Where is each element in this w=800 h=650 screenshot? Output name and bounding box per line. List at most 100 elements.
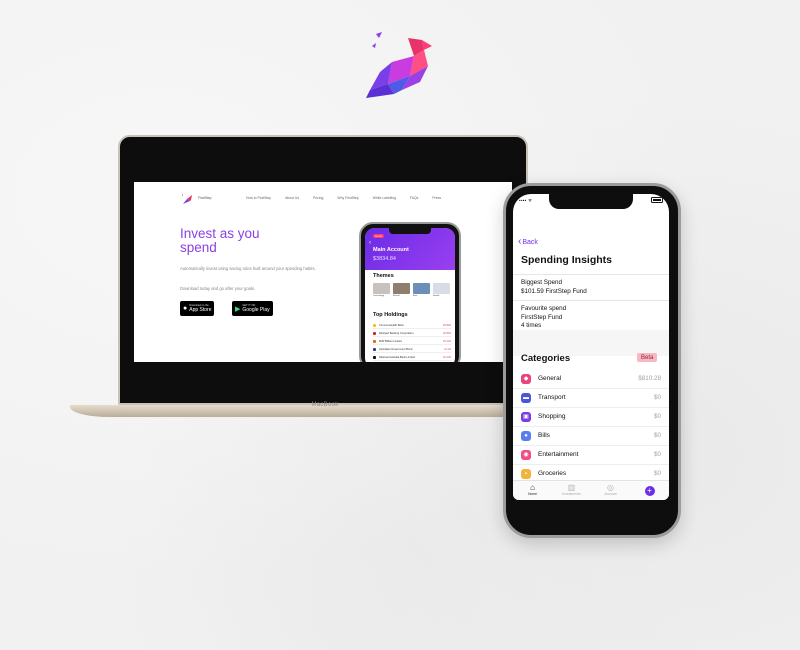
- tab-label: Account: [604, 492, 617, 496]
- chevron-left-icon: ‹: [518, 236, 522, 247]
- mini-back-chevron-icon[interactable]: ‹: [369, 240, 371, 246]
- holding-logo-icon: [373, 339, 376, 343]
- google-play-label: Google Play: [242, 307, 270, 313]
- mini-holding-row[interactable]: Australian Government Bond 12.1%: [373, 346, 451, 353]
- category-row-transport[interactable]: ▬ Transport $0: [513, 389, 669, 408]
- nav-link-how-to[interactable]: How to FirstStep: [246, 196, 271, 200]
- holding-name: Australian Government Bond: [379, 347, 413, 351]
- insight-value: $101.59 FirstStep Fund: [521, 287, 587, 295]
- tab-home[interactable]: ⌂ Home: [513, 481, 552, 500]
- mini-themes-title: Themes: [373, 273, 394, 279]
- google-play-icon: ▶: [235, 305, 241, 313]
- lightbulb-icon: ●: [521, 430, 531, 441]
- account-icon: ◎: [607, 483, 614, 492]
- site-brand-name[interactable]: FirstStep: [198, 196, 212, 200]
- category-amount: $0: [653, 394, 661, 402]
- category-row-bills[interactable]: ● Bills $0: [513, 427, 669, 446]
- holding-logo-icon: [373, 331, 376, 335]
- category-amount: $0: [653, 432, 661, 440]
- mini-holding-row[interactable]: Commonwealth Bank 25.09%: [373, 322, 451, 329]
- battery-icon: [651, 197, 663, 203]
- nav-link-faqs[interactable]: FAQs: [410, 196, 418, 200]
- mini-theme-label: Ethical: [393, 295, 400, 297]
- holding-name: Westpac Banking Corporation: [379, 331, 414, 335]
- category-amount: $810.28: [638, 375, 661, 383]
- app-store-button[interactable]: ● Download on the App Store: [180, 301, 215, 316]
- site-logo-icon[interactable]: [181, 193, 195, 205]
- mini-holdings-title: Top Holdings: [373, 312, 408, 318]
- investments-icon: ▥: [567, 483, 576, 492]
- mini-theme-card[interactable]: Health: [433, 283, 450, 297]
- tab-bar: ⌂ Home ▥ Investments ◎ Account +: [513, 480, 669, 500]
- nav-link-white-labelling[interactable]: White Labelling: [373, 196, 396, 200]
- nav-link-why[interactable]: Why FirstStep: [337, 196, 358, 200]
- divider: [513, 300, 669, 301]
- tab-label: Home: [527, 492, 538, 496]
- app-store-label: App Store: [189, 307, 212, 313]
- laptop-screen: FirstStep How to FirstStep About Us Pric…: [134, 182, 512, 362]
- status-time: 12:11 pm: [581, 198, 602, 204]
- mini-holding-row[interactable]: BHP Billiton Limited 15.11%: [373, 338, 451, 345]
- categories-title: Categories: [521, 353, 571, 364]
- mini-phone-notch: [389, 228, 431, 234]
- entertainment-icon: ◉: [521, 449, 531, 460]
- tab-add[interactable]: +: [630, 481, 669, 500]
- nav-link-about[interactable]: About Us: [285, 196, 299, 200]
- mini-theme-image: [393, 283, 410, 294]
- mini-theme-label: Health: [433, 295, 440, 297]
- tag-icon: ◆: [521, 373, 531, 384]
- category-row-general[interactable]: ◆ General $810.28: [513, 370, 669, 389]
- mini-theme-card[interactable]: Ethical: [393, 283, 410, 297]
- page-title: Spending Insights: [521, 254, 612, 266]
- mini-theme-card[interactable]: Asia: [413, 283, 430, 297]
- tab-investments[interactable]: ▥ Investments: [552, 481, 591, 500]
- mini-phone-screen: Invest ‹ Main Account $3834.84 Themes Te…: [365, 228, 455, 362]
- status-right: [651, 197, 663, 203]
- mini-account-balance: $3834.84: [373, 256, 396, 262]
- mini-theme-image: [373, 283, 390, 294]
- site-nav-links: How to FirstStep About Us Pricing Why Fi…: [246, 196, 455, 200]
- category-name: Entertainment: [538, 451, 579, 459]
- mini-theme-image: [413, 283, 430, 294]
- plus-icon: +: [644, 486, 655, 496]
- insight-favourite-spend: Favourite spend FirstStep Fund 4 times: [521, 305, 566, 331]
- category-row-shopping[interactable]: ▣ Shopping $0: [513, 408, 669, 427]
- signal-wifi-icon: •••• ᯤ: [519, 198, 533, 203]
- nav-link-press[interactable]: Press: [432, 196, 441, 200]
- holding-logo-icon: [373, 355, 376, 359]
- mini-holding-row[interactable]: National Australia Bank Limited 10.11%: [373, 354, 451, 361]
- back-label: Back: [522, 238, 538, 246]
- phone-screen: •••• ᯤ 12:11 pm ‹ Back Spending Insights…: [513, 194, 669, 500]
- insight-biggest-spend: Biggest Spend $101.59 FirstStep Fund: [521, 279, 587, 296]
- tab-label: Investments: [562, 492, 581, 496]
- google-play-button[interactable]: ▶ GET IT ON Google Play: [232, 301, 273, 316]
- bird-logo-icon: [366, 32, 432, 98]
- holding-name: BHP Billiton Limited: [379, 339, 402, 343]
- category-amount: $0: [653, 470, 661, 478]
- holding-percent: 10.11%: [443, 355, 451, 359]
- mini-phone-mockup: Invest ‹ Main Account $3834.84 Themes Te…: [359, 222, 461, 362]
- mini-account-title: Main Account: [373, 247, 409, 253]
- category-name: Shopping: [538, 413, 566, 421]
- laptop-brand-label: MacBook: [311, 402, 339, 408]
- category-amount: $0: [653, 413, 661, 421]
- mini-invest-badge: Invest: [373, 234, 384, 238]
- holding-percent: 12.1%: [444, 347, 451, 351]
- shopping-bag-icon: ▣: [521, 411, 531, 422]
- insight-label: Favourite spend: [521, 305, 567, 312]
- nav-link-pricing[interactable]: Pricing: [313, 196, 323, 200]
- back-button[interactable]: ‹ Back: [518, 236, 538, 247]
- category-amount: $0: [653, 451, 661, 459]
- category-name: General: [538, 375, 562, 383]
- mini-theme-card[interactable]: Technology: [373, 283, 390, 297]
- groceries-icon: ▪: [521, 468, 531, 479]
- mini-holding-row[interactable]: Westpac Banking Corporation 18.25%: [373, 330, 451, 337]
- insight-value: FirstStep Fund: [521, 313, 563, 321]
- hero-subtitle: Automatically invest using saving rules …: [180, 266, 316, 271]
- home-icon: ⌂: [530, 483, 535, 492]
- hero-cta-text: Download today and go after your goals.: [180, 286, 256, 291]
- holding-logo-icon: [373, 347, 376, 351]
- category-row-entertainment[interactable]: ◉ Entertainment $0: [513, 446, 669, 465]
- tab-account[interactable]: ◎ Account: [591, 481, 630, 500]
- holding-percent: 25.09%: [442, 323, 451, 327]
